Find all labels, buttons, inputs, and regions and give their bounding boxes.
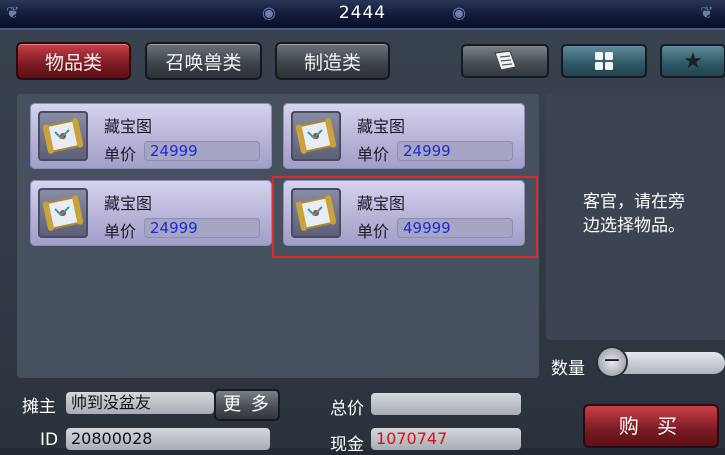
- price-value: 24999: [144, 218, 260, 238]
- info-message-line1: 客官，请在旁: [583, 192, 685, 212]
- total-price-label: 总价: [330, 399, 364, 419]
- tab-summons[interactable]: 召唤兽类: [145, 42, 262, 80]
- grid-icon: [595, 52, 613, 70]
- favorites-button[interactable]: ★: [660, 44, 725, 78]
- title-bar: ❦ ◉ 2444 ◉ ❦: [0, 0, 725, 30]
- treasure-map-icon: [38, 188, 88, 238]
- info-message-line2: 边选择物品。: [583, 216, 685, 236]
- cash-field: 1070747: [371, 428, 521, 450]
- star-icon: ★: [683, 48, 703, 74]
- id-field: 20800028: [66, 428, 270, 450]
- seller-name-field: 帅到没盆友: [66, 392, 214, 414]
- right-ornament-icon: ❦: [700, 3, 714, 22]
- info-message: 客官，请在旁 边选择物品。: [583, 190, 703, 238]
- grid-view-button[interactable]: [561, 44, 647, 78]
- price-label: 单价: [104, 145, 137, 164]
- item-card[interactable]: 藏宝图 单价 24999: [30, 180, 272, 246]
- treasure-map-icon: [291, 111, 341, 161]
- total-price-field: [371, 393, 521, 415]
- scroll-book-icon: [494, 50, 517, 71]
- item-name: 藏宝图: [357, 117, 406, 136]
- price-label: 单价: [357, 145, 390, 164]
- item-card[interactable]: 藏宝图 单价 24999: [30, 103, 272, 169]
- window-title: 2444: [338, 3, 387, 23]
- buy-button[interactable]: 购 买: [583, 404, 719, 448]
- treasure-map-icon: [38, 111, 88, 161]
- cash-label: 现金: [330, 435, 364, 455]
- price-label: 单价: [104, 222, 137, 241]
- selection-highlight: [272, 176, 538, 258]
- quantity-label: 数量: [551, 359, 585, 379]
- tab-items[interactable]: 物品类: [16, 42, 131, 80]
- item-card[interactable]: 藏宝图 单价 24999: [283, 103, 525, 169]
- item-name: 藏宝图: [104, 117, 153, 136]
- price-value: 24999: [397, 141, 513, 161]
- more-button[interactable]: 更 多: [214, 389, 280, 421]
- item-info-panel: 客官，请在旁 边选择物品。: [546, 94, 725, 340]
- tab-crafting[interactable]: 制造类: [275, 42, 390, 80]
- seller-label: 摊主: [22, 397, 56, 417]
- price-value: 24999: [144, 141, 260, 161]
- item-name: 藏宝图: [104, 194, 153, 213]
- id-label: ID: [40, 430, 59, 450]
- scroll-book-button[interactable]: [461, 44, 549, 78]
- title-ornament-right-icon: ◉: [452, 3, 466, 22]
- quantity-minus-button[interactable]: −: [598, 348, 626, 376]
